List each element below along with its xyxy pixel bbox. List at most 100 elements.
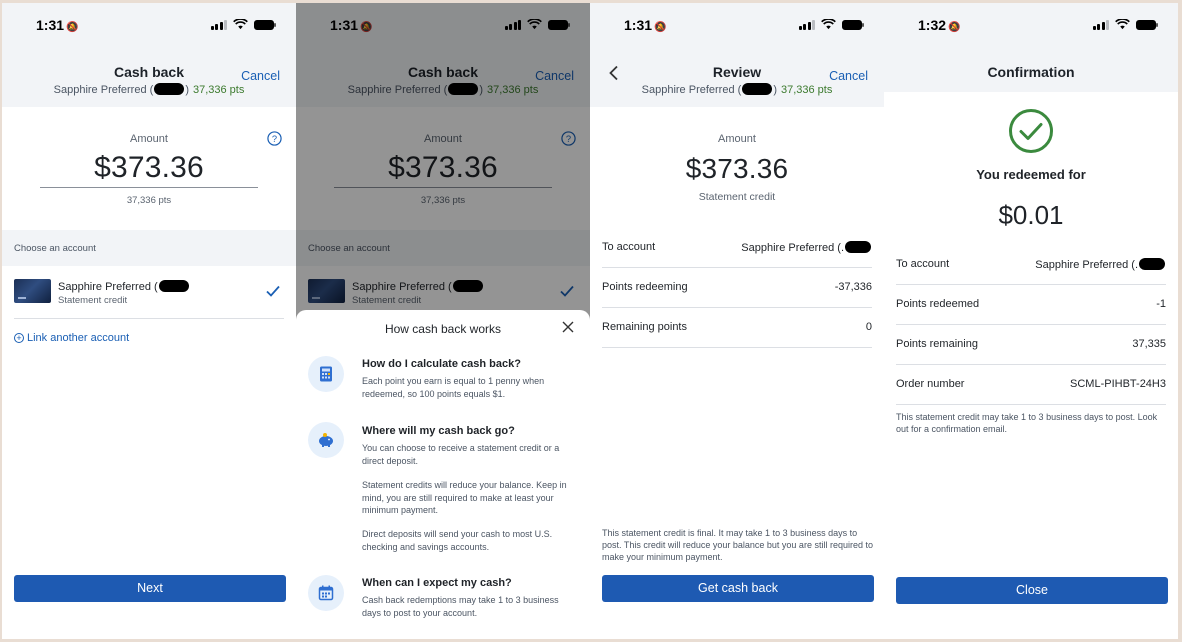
row-value: -37,336	[834, 281, 872, 293]
account-summary: Sapphire Preferred () 37,336 pts	[641, 83, 833, 96]
calculator-icon	[308, 356, 344, 392]
row-label: Points redeemed	[896, 298, 980, 310]
redacted-mask	[158, 280, 189, 292]
amount-label: Amount	[718, 133, 756, 145]
sheet-title: How cash back works	[384, 322, 502, 336]
bell-muted-icon: 🔕	[654, 22, 667, 33]
amount-value: $373.36	[685, 153, 789, 184]
status-time: 1:31 🔕	[36, 17, 79, 33]
faq-question: How do I calculate cash back?	[362, 358, 521, 370]
faq-answer: Statement credits will reduce your balan…	[362, 480, 567, 515]
redacted-mask	[1139, 258, 1165, 270]
battery-icon	[254, 19, 276, 30]
row-value: 0	[865, 321, 872, 333]
row-label: Remaining points	[602, 321, 687, 333]
amount-points: 37,336 pts	[126, 195, 172, 206]
battery-icon	[1136, 19, 1158, 30]
account-name: Sapphire Preferred (	[58, 280, 190, 293]
get-cash-back-button[interactable]: Get cash back	[602, 575, 874, 602]
redeemed-label: You redeemed for	[976, 167, 1086, 182]
success-checkmark-icon	[1009, 109, 1053, 153]
screen-cash-back-info: 1:31 🔕 Cash back Sapphire Preferred () 37,…	[296, 3, 590, 639]
close-button[interactable]: Close	[896, 577, 1168, 604]
row-label: To account	[602, 241, 656, 253]
wifi-icon	[233, 19, 248, 30]
plus-circle-icon: +	[14, 333, 24, 343]
how-cash-back-works-sheet: How cash back works How do I calculate c…	[296, 310, 590, 639]
faq-answer: Cash back redemptions may take 1 to 3 bu…	[362, 595, 559, 618]
faq-question: Where will my cash back go?	[362, 425, 515, 437]
row-label: Points redeeming	[602, 281, 688, 293]
calendar-icon	[308, 575, 344, 611]
faq-question: When can I expect my cash?	[362, 577, 512, 589]
link-label: Link another account	[27, 332, 130, 344]
row-value: Sapphire Preferred (.	[741, 241, 872, 254]
wifi-icon	[1115, 19, 1130, 30]
disclaimer-text: This statement credit is final. It may t…	[602, 528, 873, 562]
divider	[14, 318, 284, 319]
redacted-mask	[742, 83, 773, 95]
confirmation-row: Points remaining 37,335	[896, 325, 1166, 365]
redeemed-amount: $0.01	[998, 200, 1064, 230]
faq-answer: Direct deposits will send your cash to m…	[362, 529, 553, 552]
row-value: -1	[1156, 298, 1166, 310]
screen-review: 1:31 🔕 Review Sapphire Preferred () 37,336…	[590, 3, 884, 639]
row-label: To account	[896, 258, 950, 270]
close-icon[interactable]	[562, 321, 574, 333]
status-bar: 1:31 🔕	[2, 3, 296, 49]
cancel-button[interactable]: Cancel	[829, 69, 868, 83]
redemption-type: Statement credit	[698, 191, 776, 203]
amount-label: Amount	[130, 133, 168, 145]
review-row: Points redeeming -37,336	[602, 268, 872, 308]
faq-answer: Each point you earn is equal to 1 penny …	[362, 376, 545, 399]
cellular-signal-icon	[210, 19, 227, 30]
help-icon[interactable]: ?	[267, 131, 282, 146]
faq-answer: You can choose to receive a statement cr…	[362, 443, 560, 466]
redacted-mask	[154, 83, 185, 95]
cellular-signal-icon	[798, 19, 815, 30]
order-number: SCML-PIHBT-24H3	[1070, 378, 1166, 390]
row-value: 37,335	[1132, 338, 1166, 350]
status-time: 1:31 🔕	[624, 17, 667, 33]
confirmation-row: Points redeemed -1	[896, 285, 1166, 325]
account-option[interactable]: Sapphire Preferred ( Statement credit	[2, 266, 296, 318]
svg-text:?: ?	[272, 134, 277, 144]
row-label: Order number	[896, 378, 965, 390]
points-balance: 37,336 pts	[780, 84, 833, 96]
header: Cash back Sapphire Preferred () 37,336 pt…	[2, 49, 296, 107]
header: Review Sapphire Preferred () 37,336 pts C…	[590, 49, 884, 107]
cellular-signal-icon	[1092, 19, 1109, 30]
credit-card-image	[14, 279, 51, 303]
review-row: To account Sapphire Preferred (.	[602, 228, 872, 268]
bell-muted-icon: 🔕	[948, 22, 961, 33]
points-balance: 37,336 pts	[192, 84, 245, 96]
row-value: Sapphire Preferred (.	[1035, 258, 1166, 271]
confirmation-row: To account Sapphire Preferred (.	[896, 245, 1166, 285]
account-summary: Sapphire Preferred () 37,336 pts	[53, 83, 245, 96]
cancel-button[interactable]: Cancel	[241, 69, 280, 83]
row-label: Points remaining	[896, 338, 978, 350]
amount-underline	[40, 187, 258, 188]
review-row: Remaining points 0	[602, 308, 872, 348]
confirmation-note: This statement credit may take 1 to 3 bu…	[896, 412, 1158, 434]
status-bar: 1:31 🔕	[590, 3, 884, 49]
next-button[interactable]: Next	[14, 575, 286, 602]
account-type: Statement credit	[58, 295, 128, 306]
checkmark-icon	[266, 285, 280, 297]
redacted-mask	[845, 241, 871, 253]
link-another-account-link[interactable]: + Link another account	[14, 332, 129, 344]
wifi-icon	[821, 19, 836, 30]
status-time: 1:32 🔕	[918, 17, 961, 33]
amount-input[interactable]: $373.36	[2, 151, 296, 185]
header: Confirmation	[884, 49, 1178, 92]
status-bar: 1:32 🔕	[884, 3, 1178, 49]
page-title: Confirmation	[987, 64, 1075, 80]
piggy-bank-icon	[308, 422, 344, 458]
confirmation-row: Order number SCML-PIHBT-24H3	[896, 365, 1166, 405]
screen-confirmation: 1:32 🔕 Confirmation You redeemed for $0.0…	[884, 3, 1178, 639]
battery-icon	[842, 19, 864, 30]
section-label: Choose an account	[14, 243, 96, 254]
section-header: Choose an account	[2, 230, 296, 266]
bell-muted-icon: 🔕	[66, 22, 79, 33]
screen-cash-back: 1:31 🔕 Cash back Sapphire Preferred () 37,…	[2, 3, 296, 639]
